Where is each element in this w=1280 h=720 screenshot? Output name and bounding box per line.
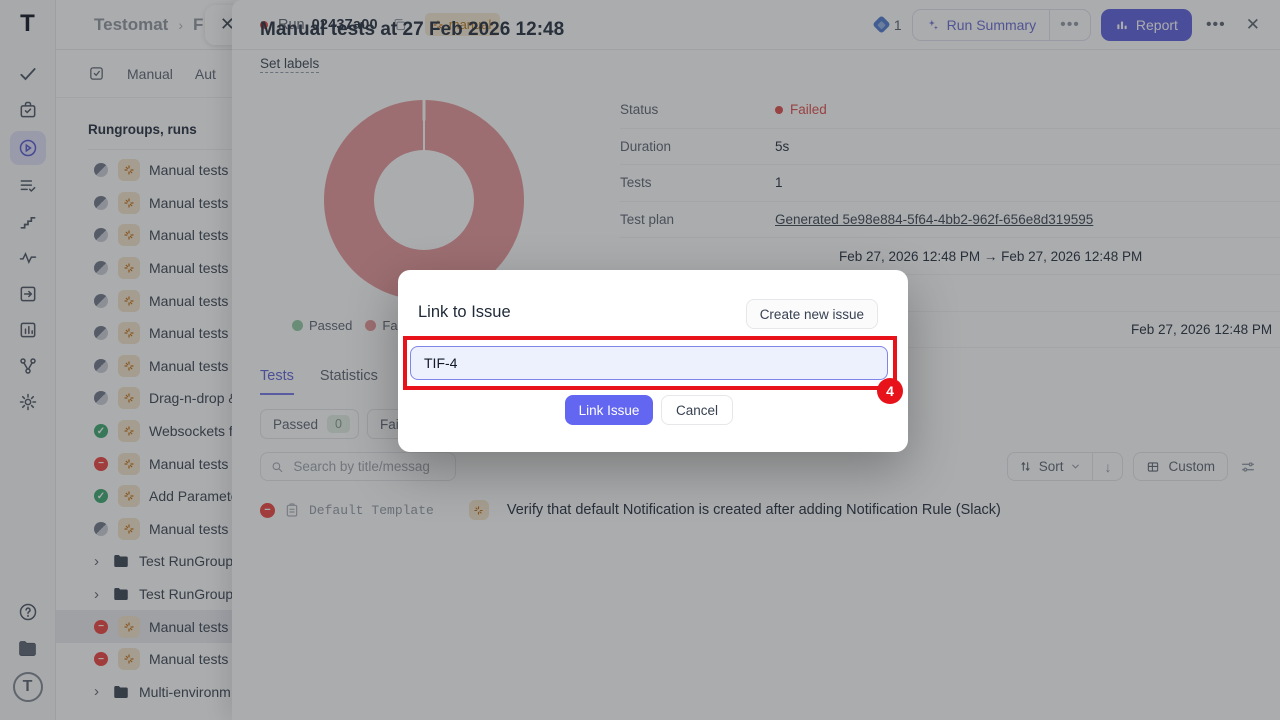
issue-id-input[interactable] [410, 346, 888, 380]
annotation-step-badge: 4 [877, 378, 903, 404]
link-to-issue-modal: Link to Issue Create new issue Link Issu… [398, 270, 908, 452]
app-window: T T Testomat › F ✕ Manual Aut [0, 0, 1280, 720]
cancel-button[interactable]: Cancel [661, 395, 733, 425]
modal-title: Link to Issue [418, 303, 511, 322]
link-issue-button[interactable]: Link Issue [565, 395, 653, 425]
create-new-issue-button[interactable]: Create new issue [746, 299, 878, 329]
